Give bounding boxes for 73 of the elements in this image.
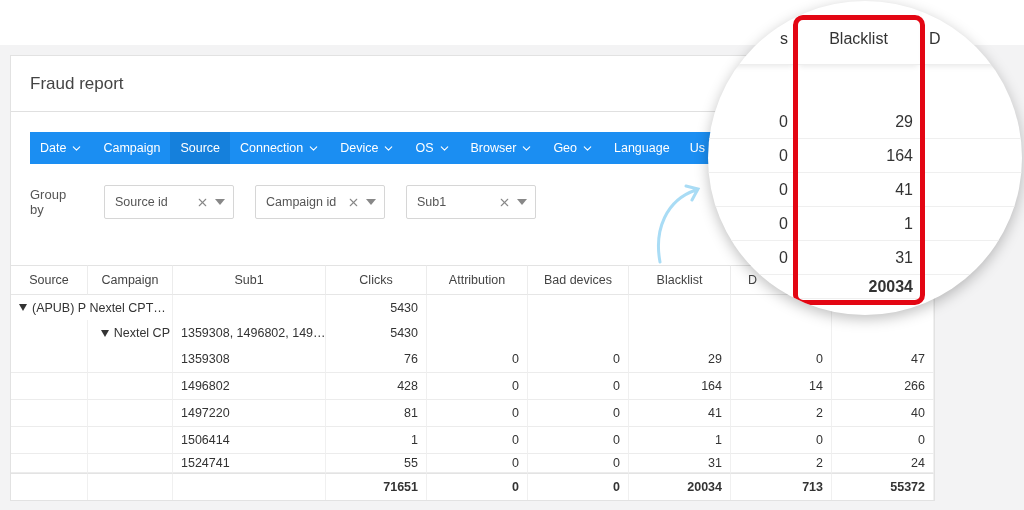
table-cell: 31 xyxy=(629,454,731,473)
table-cell: 1 xyxy=(326,427,427,454)
total-cell: 55372 xyxy=(832,473,934,500)
magnified-value: 31 xyxy=(895,248,913,267)
group-by-select[interactable]: Sub1 xyxy=(406,185,536,219)
table-cell: 0 xyxy=(832,427,934,454)
group-by-select[interactable]: Source id xyxy=(104,185,234,219)
table-cell: 1506414 xyxy=(173,427,326,454)
caret-icon xyxy=(366,199,376,205)
table-cell: 0 xyxy=(528,454,629,473)
caret-icon xyxy=(215,199,225,205)
row-label: Nextel CP xyxy=(113,326,170,340)
table-cell: 164 xyxy=(629,373,731,400)
table-cell: 266 xyxy=(832,373,934,400)
table-cell: 5430 xyxy=(326,320,427,346)
group-by-label: Group by xyxy=(30,187,68,217)
table-cell: 0 xyxy=(427,400,528,427)
table-cell: 0 xyxy=(528,373,629,400)
total-cell: 0 xyxy=(528,473,629,500)
magnified-value: 29 xyxy=(895,112,913,131)
magnified-value: 0 xyxy=(779,112,788,131)
total-cell: 0 xyxy=(427,473,528,500)
magnified-value: 1 xyxy=(904,214,913,233)
column-header[interactable]: D xyxy=(748,273,758,287)
table-cell: 0 xyxy=(427,346,528,373)
table-cell: 2 xyxy=(731,400,832,427)
magnified-value: 41 xyxy=(895,180,913,199)
column-header[interactable]: Sub1 xyxy=(234,273,264,287)
table-cell: 5430 xyxy=(326,295,427,320)
row-label: (APUB) P Nextel CPT… xyxy=(32,300,166,315)
magnified-header: D xyxy=(929,29,941,48)
table-cell: 41 xyxy=(629,400,731,427)
table-cell: 0 xyxy=(731,346,832,373)
magnified-value: 0 xyxy=(779,180,788,199)
table-cell: 55 xyxy=(326,454,427,473)
table-cell: 29 xyxy=(629,346,731,373)
table-cell: 40 xyxy=(832,400,934,427)
table-cell: 0 xyxy=(427,454,528,473)
total-cell: 20034 xyxy=(629,473,731,500)
table-cell: 14 xyxy=(731,373,832,400)
magnified-value: 0 xyxy=(779,214,788,233)
table-cell: 0 xyxy=(528,427,629,454)
expand-toggle-icon[interactable] xyxy=(19,304,27,311)
magnified-header: Blacklist xyxy=(829,29,888,48)
total-cell: 713 xyxy=(731,473,832,500)
table-cell: 24 xyxy=(832,454,934,473)
table-cell: 0 xyxy=(427,427,528,454)
magnified-value: 0 xyxy=(779,248,788,267)
total-cell: 71651 xyxy=(326,473,427,500)
table-cell: 0 xyxy=(528,346,629,373)
table-cell: 2 xyxy=(731,454,832,473)
table-cell: 76 xyxy=(326,346,427,373)
table-cell: 81 xyxy=(326,400,427,427)
table-cell: 47 xyxy=(832,346,934,373)
table-cell: 1 xyxy=(629,427,731,454)
expand-toggle-icon[interactable] xyxy=(100,329,109,337)
table-cell: 1524741 xyxy=(173,454,326,473)
magnified-value: 164 xyxy=(886,146,913,165)
table-cell: 428 xyxy=(326,373,427,400)
table-cell: 0 xyxy=(731,427,832,454)
table-cell: 0 xyxy=(427,373,528,400)
table-cell: 1497220 xyxy=(173,400,326,427)
group-by-select[interactable]: Campaign id xyxy=(255,185,385,219)
magnified-header: s xyxy=(780,29,788,48)
magnified-total: 20034 xyxy=(868,277,913,296)
column-header[interactable]: Clicks xyxy=(359,273,393,287)
magnified-value: 0 xyxy=(779,146,788,165)
table-cell: 1359308 xyxy=(173,346,326,373)
caret-icon xyxy=(517,199,527,205)
table-cell: 0 xyxy=(528,400,629,427)
filter-tab[interactable]: Source xyxy=(170,132,230,164)
table-cell: 1359308, 1496802, 149… xyxy=(173,320,326,346)
table-cell: 1496802 xyxy=(173,373,326,400)
